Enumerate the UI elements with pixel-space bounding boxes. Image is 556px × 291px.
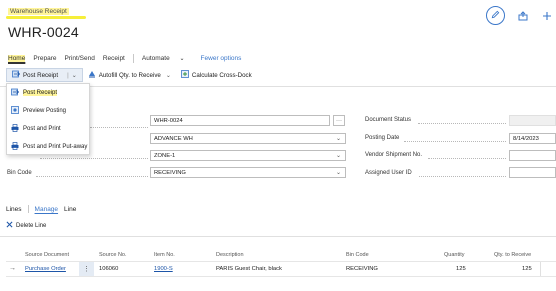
delete-line-button[interactable]: Delete Line <box>6 221 46 230</box>
post-icon <box>11 88 20 98</box>
lines-tab-row: Lines Manage Line <box>6 204 82 214</box>
dropdown-item-label: Post Receipt <box>23 90 58 96</box>
calculate-cross-dock-button[interactable]: Calculate Cross-Dock <box>176 68 257 82</box>
field-leader <box>404 141 506 142</box>
column-header-item-no[interactable]: Item No. <box>154 252 175 258</box>
column-header-source-no[interactable]: Source No. <box>99 252 127 258</box>
printer-icon <box>11 124 19 134</box>
preview-icon <box>11 106 19 116</box>
qty-to-receive-cell[interactable]: 125 <box>522 266 532 272</box>
menu-home[interactable]: Home <box>8 54 26 62</box>
zone-code-field[interactable]: ZONE-1 ⌄ <box>150 150 346 161</box>
vendor-shipment-field[interactable] <box>509 150 556 161</box>
dropdown-item-post-receipt[interactable]: Post Receipt <box>7 86 91 100</box>
post-receipt-dropdown: Post Receipt Preview Posting Post and Pr… <box>6 83 90 155</box>
source-no-cell: 106060 <box>99 266 119 272</box>
chevron-down-icon: ⌄ <box>335 136 341 142</box>
field-leader <box>40 158 148 159</box>
add-icon[interactable] <box>538 7 556 25</box>
delete-icon <box>6 221 13 230</box>
field-leader <box>36 176 148 177</box>
column-header-bin-code[interactable]: Bin Code <box>346 252 369 258</box>
post-receipt-label: Post Receipt <box>23 71 59 79</box>
dropdown-item-label: Preview Posting <box>23 108 67 114</box>
menu-print-send[interactable]: Print/Send <box>64 55 94 62</box>
assist-edit-button[interactable]: ··· <box>333 115 345 126</box>
autofill-qty-button[interactable]: Autofill Qty. to Receive ⌄ <box>83 68 176 82</box>
field-leader <box>90 127 148 128</box>
field-leader <box>428 158 506 159</box>
chevron-down-icon[interactable]: ⌄ <box>166 72 171 79</box>
quantity-cell: 125 <box>456 266 466 272</box>
field-leader <box>418 123 506 124</box>
edit-icon <box>491 10 500 21</box>
autofill-label: Autofill Qty. to Receive <box>98 71 161 79</box>
share-icon[interactable] <box>514 7 532 25</box>
dropdown-item-post-and-print[interactable]: Post and Print <box>7 122 91 136</box>
row-indicator-arrow-icon: → <box>9 265 16 272</box>
description-cell: PARIS Guest Chair, black <box>216 266 282 272</box>
edit-button[interactable] <box>486 6 505 25</box>
bin-code-value: RECEIVING <box>154 169 186 176</box>
dropdown-item-label: Post and Print <box>23 126 61 132</box>
page-caption: Warehouse Receipt <box>8 8 69 15</box>
assigned-user-field[interactable] <box>509 167 556 178</box>
menu-receipt[interactable]: Receipt <box>103 55 125 62</box>
dropdown-item-label: Post and Print Put-away <box>23 144 88 150</box>
tab-divider <box>27 205 29 213</box>
tab-manage[interactable]: Manage <box>35 206 59 213</box>
page-title: WHR-0024 <box>8 24 79 40</box>
dropdown-item-post-print-putaway[interactable]: Post and Print Put-away <box>7 140 91 154</box>
chevron-down-icon[interactable]: ⌄ <box>72 72 77 79</box>
column-header-qty-to-receive[interactable]: Qty. to Receive <box>494 252 531 258</box>
bin-code-field[interactable]: RECEIVING ⌄ <box>150 167 346 178</box>
printer-icon <box>11 142 19 152</box>
assigned-user-label: Assigned User ID <box>365 170 412 176</box>
posting-date-field[interactable]: 8/14/2023 <box>509 133 556 144</box>
action-menu-bar: Home Prepare Print/Send Receipt Automate… <box>8 53 249 63</box>
toolbar: Post Receipt | ⌄ Autofill Qty. to Receiv… <box>6 68 257 82</box>
autofill-icon <box>88 70 96 80</box>
menu-divider <box>132 53 134 63</box>
menu-prepare[interactable]: Prepare <box>33 55 56 62</box>
vendor-shipment-label: Vendor Shipment No. <box>365 152 423 158</box>
column-header-quantity[interactable]: Quantity <box>444 252 464 258</box>
delete-line-label: Delete Line <box>16 222 47 229</box>
chevron-down-icon: ⌄ <box>335 170 341 176</box>
dropdown-item-preview-posting[interactable]: Preview Posting <box>7 104 91 118</box>
no-field[interactable]: WHR-0024 <box>150 115 330 126</box>
post-icon <box>12 70 21 80</box>
location-value: ADVANCE WH <box>154 135 193 142</box>
bin-code-label: Bin Code <box>7 170 32 176</box>
bin-code-cell: RECEIVING <box>346 266 378 272</box>
source-document-link[interactable]: Purchase Order <box>25 266 66 272</box>
zone-code-value: ZONE-1 <box>154 152 176 159</box>
posting-date-label: Posting Date <box>365 135 400 141</box>
cross-dock-icon <box>181 70 189 80</box>
document-status-field <box>509 115 556 126</box>
post-receipt-button[interactable]: Post Receipt | ⌄ <box>6 68 83 82</box>
cross-dock-label: Calculate Cross-Dock <box>191 71 252 79</box>
chevron-down-icon: ⌄ <box>179 55 185 62</box>
highlight-mark <box>6 16 86 19</box>
divider <box>0 236 556 237</box>
lines-heading: Lines <box>6 205 22 213</box>
tab-line[interactable]: Line <box>64 206 76 213</box>
menu-fewer-options[interactable]: Fewer options <box>201 55 242 62</box>
field-leader <box>419 176 506 177</box>
item-no-link[interactable]: 1900-S <box>154 266 173 272</box>
chevron-down-icon: ⌄ <box>335 153 341 159</box>
menu-automate-label: Automate <box>141 54 170 62</box>
split-divider: | <box>67 71 69 79</box>
column-header-description[interactable]: Description <box>216 252 244 258</box>
table-cell-empty <box>540 262 556 276</box>
row-actions-button[interactable]: ⋮ <box>79 262 94 276</box>
menu-automate[interactable]: Automate ⌄ <box>142 55 193 62</box>
location-field[interactable]: ADVANCE WH ⌄ <box>150 133 346 144</box>
column-header-source-document[interactable]: Source Document <box>25 252 69 258</box>
document-status-label: Document Status <box>365 117 412 123</box>
